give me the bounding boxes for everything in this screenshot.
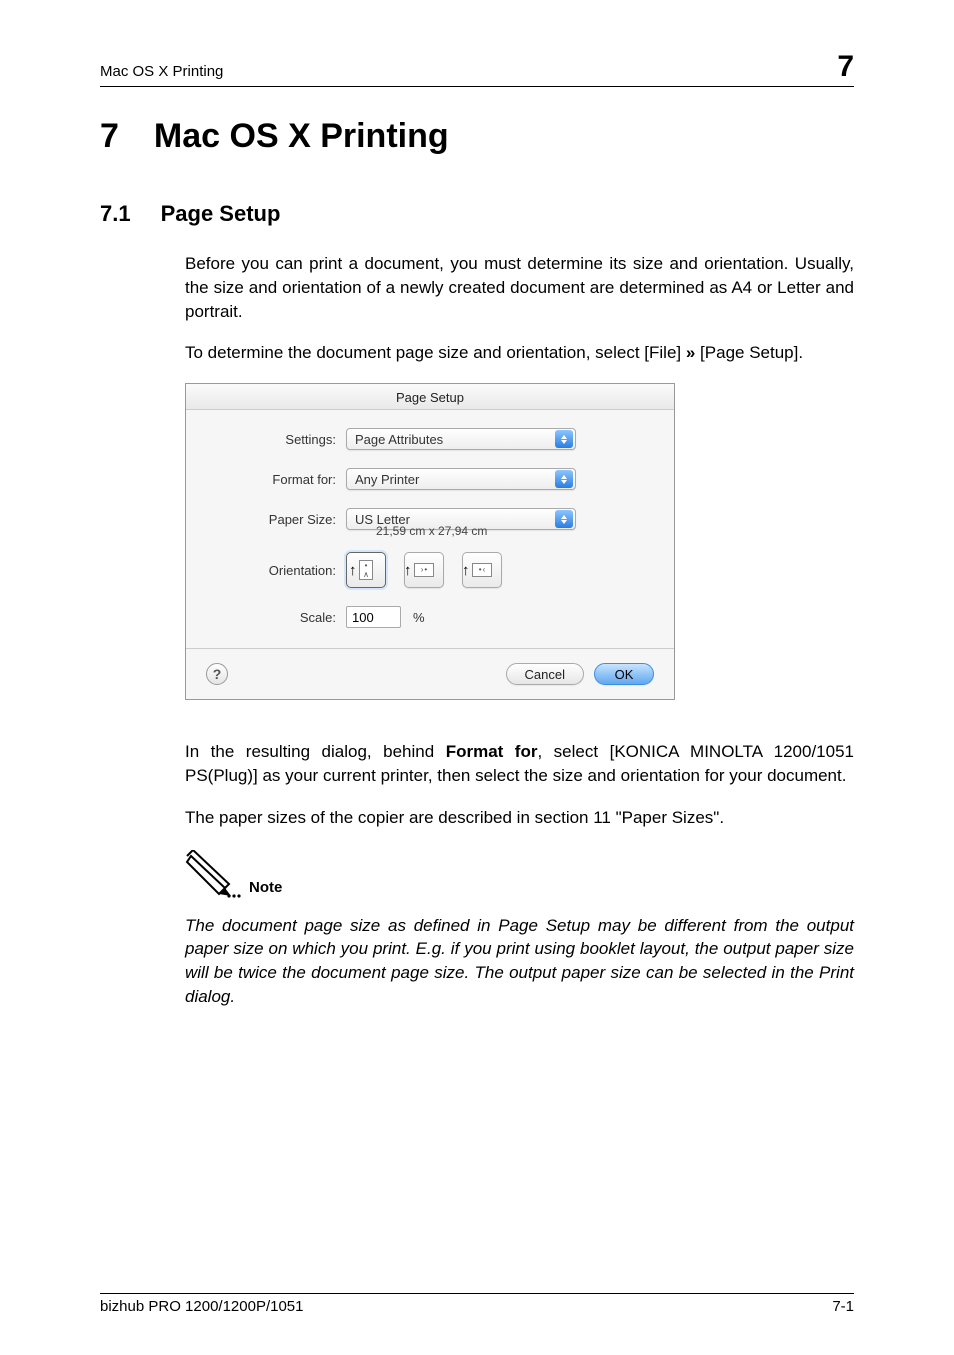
format-for-select[interactable]: Any Printer — [346, 468, 576, 490]
p2-suffix: [Page Setup]. — [695, 343, 803, 362]
paragraph-paper-sizes: The paper sizes of the copier are descri… — [185, 806, 854, 830]
chapter-title-text: Mac OS X Printing — [154, 117, 449, 156]
orientation-label: Orientation: — [206, 563, 346, 578]
arrow-up-icon: ↑ — [462, 562, 470, 579]
page-setup-dialog-screenshot: Page Setup Settings: Page Attributes For… — [185, 383, 854, 700]
page-setup-dialog: Page Setup Settings: Page Attributes For… — [185, 383, 675, 700]
settings-label: Settings: — [206, 432, 346, 447]
format-for-label: Format for: — [206, 472, 346, 487]
running-header: Mac OS X Printing 7 — [100, 50, 854, 87]
p2-prefix: To determine the document page size and … — [185, 343, 686, 362]
menu-arrow: » — [686, 343, 695, 362]
chevron-updown-icon — [555, 470, 573, 488]
section-number: 7.1 — [100, 201, 131, 227]
note-block: Note — [185, 850, 854, 900]
ok-button[interactable]: OK — [594, 663, 654, 685]
header-left: Mac OS X Printing — [100, 63, 223, 80]
settings-value: Page Attributes — [355, 432, 443, 447]
section-heading: 7.1 Page Setup — [100, 201, 854, 227]
landscape-right-page-icon: •‹ — [472, 563, 492, 577]
paragraph-result: In the resulting dialog, behind Format f… — [185, 740, 854, 788]
arrow-up-icon: ↑ — [349, 562, 357, 579]
settings-select[interactable]: Page Attributes — [346, 428, 576, 450]
orientation-landscape-left-button[interactable]: ↑ ›• — [404, 552, 444, 588]
header-chapter-number: 7 — [837, 50, 854, 84]
paragraph-instruction: To determine the document page size and … — [185, 341, 854, 365]
orientation-landscape-right-button[interactable]: ↑ •‹ — [462, 552, 502, 588]
chevron-updown-icon — [555, 510, 573, 528]
scale-input[interactable] — [346, 606, 401, 628]
dialog-title: Page Setup — [186, 384, 674, 410]
footer-product: bizhub PRO 1200/1200P/1051 — [100, 1298, 304, 1315]
paper-size-label: Paper Size: — [206, 512, 346, 527]
note-label: Note — [249, 879, 282, 900]
format-for-value: Any Printer — [355, 472, 419, 487]
orientation-group: ↑ •∧ ↑ ›• ↑ — [346, 552, 502, 588]
section-title-text: Page Setup — [161, 201, 281, 227]
paragraph-intro: Before you can print a document, you mus… — [185, 252, 854, 323]
cancel-button[interactable]: Cancel — [506, 663, 584, 685]
portrait-page-icon: •∧ — [359, 560, 373, 580]
arrow-up-icon: ↑ — [404, 562, 412, 579]
orientation-portrait-button[interactable]: ↑ •∧ — [346, 552, 386, 588]
note-pencil-icon — [185, 850, 245, 900]
scale-unit: % — [413, 610, 425, 625]
footer-page-number: 7-1 — [832, 1298, 854, 1315]
note-text: The document page size as defined in Pag… — [185, 914, 854, 1009]
chapter-number: 7 — [100, 117, 119, 156]
help-button[interactable]: ? — [206, 663, 228, 685]
chapter-heading: 7 Mac OS X Printing — [100, 117, 854, 156]
landscape-left-page-icon: ›• — [414, 563, 434, 577]
p3-prefix: In the resulting dialog, behind — [185, 742, 446, 761]
scale-label: Scale: — [206, 610, 346, 625]
running-footer: bizhub PRO 1200/1200P/1051 7-1 — [100, 1293, 854, 1315]
chevron-updown-icon — [555, 430, 573, 448]
format-for-bold: Format for — [446, 742, 538, 761]
